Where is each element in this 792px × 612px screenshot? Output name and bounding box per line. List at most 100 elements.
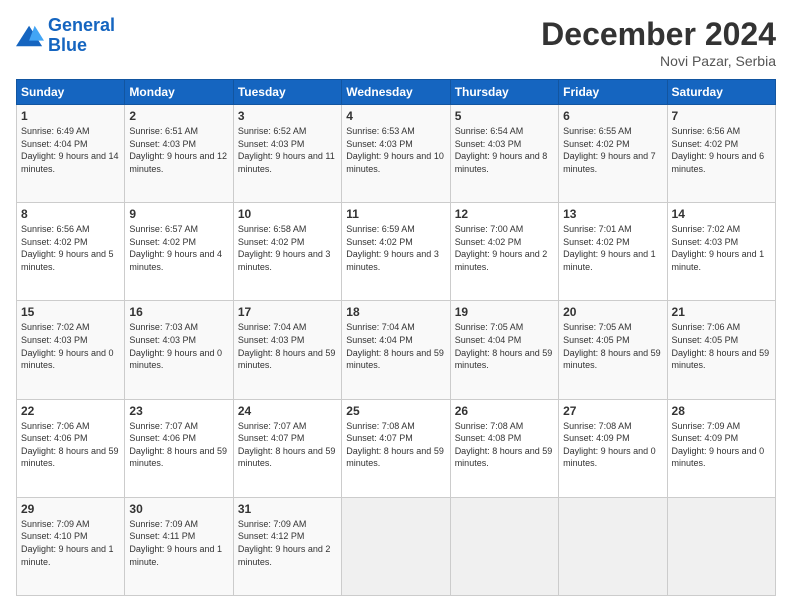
calendar-day-cell: 28 Sunrise: 7:09 AM Sunset: 4:09 PM Dayl…: [667, 399, 775, 497]
day-info: Sunrise: 7:05 AM Sunset: 4:05 PM Dayligh…: [563, 321, 662, 371]
day-number: 21: [672, 305, 771, 319]
day-info: Sunrise: 7:09 AM Sunset: 4:12 PM Dayligh…: [238, 518, 337, 568]
day-info: Sunrise: 7:09 AM Sunset: 4:10 PM Dayligh…: [21, 518, 120, 568]
day-info: Sunrise: 7:09 AM Sunset: 4:11 PM Dayligh…: [129, 518, 228, 568]
logo: General Blue: [16, 16, 115, 56]
day-info: Sunrise: 7:06 AM Sunset: 4:06 PM Dayligh…: [21, 420, 120, 470]
day-number: 5: [455, 109, 554, 123]
day-info: Sunrise: 7:05 AM Sunset: 4:04 PM Dayligh…: [455, 321, 554, 371]
day-number: 20: [563, 305, 662, 319]
day-info: Sunrise: 7:01 AM Sunset: 4:02 PM Dayligh…: [563, 223, 662, 273]
day-number: 1: [21, 109, 120, 123]
day-info: Sunrise: 7:04 AM Sunset: 4:04 PM Dayligh…: [346, 321, 445, 371]
calendar-day-cell: 14 Sunrise: 7:02 AM Sunset: 4:03 PM Dayl…: [667, 203, 775, 301]
calendar-day-cell: 20 Sunrise: 7:05 AM Sunset: 4:05 PM Dayl…: [559, 301, 667, 399]
day-number: 27: [563, 404, 662, 418]
calendar-day-cell: 25 Sunrise: 7:08 AM Sunset: 4:07 PM Dayl…: [342, 399, 450, 497]
calendar-day-cell: 11 Sunrise: 6:59 AM Sunset: 4:02 PM Dayl…: [342, 203, 450, 301]
day-number: 18: [346, 305, 445, 319]
header: General Blue December 2024 Novi Pazar, S…: [16, 16, 776, 69]
day-number: 14: [672, 207, 771, 221]
col-sunday: Sunday: [17, 80, 125, 105]
day-info: Sunrise: 6:57 AM Sunset: 4:02 PM Dayligh…: [129, 223, 228, 273]
day-number: 17: [238, 305, 337, 319]
day-number: 8: [21, 207, 120, 221]
col-wednesday: Wednesday: [342, 80, 450, 105]
calendar-day-cell: 29 Sunrise: 7:09 AM Sunset: 4:10 PM Dayl…: [17, 497, 125, 595]
calendar-day-cell: 5 Sunrise: 6:54 AM Sunset: 4:03 PM Dayli…: [450, 105, 558, 203]
day-number: 28: [672, 404, 771, 418]
calendar-day-cell: [450, 497, 558, 595]
day-info: Sunrise: 6:56 AM Sunset: 4:02 PM Dayligh…: [672, 125, 771, 175]
calendar-week-row: 15 Sunrise: 7:02 AM Sunset: 4:03 PM Dayl…: [17, 301, 776, 399]
col-friday: Friday: [559, 80, 667, 105]
day-info: Sunrise: 7:04 AM Sunset: 4:03 PM Dayligh…: [238, 321, 337, 371]
day-number: 10: [238, 207, 337, 221]
col-thursday: Thursday: [450, 80, 558, 105]
calendar-day-cell: 22 Sunrise: 7:06 AM Sunset: 4:06 PM Dayl…: [17, 399, 125, 497]
logo-icon: [16, 22, 44, 50]
calendar-day-cell: 10 Sunrise: 6:58 AM Sunset: 4:02 PM Dayl…: [233, 203, 341, 301]
calendar-day-cell: 21 Sunrise: 7:06 AM Sunset: 4:05 PM Dayl…: [667, 301, 775, 399]
day-number: 26: [455, 404, 554, 418]
day-info: Sunrise: 6:52 AM Sunset: 4:03 PM Dayligh…: [238, 125, 337, 175]
day-number: 25: [346, 404, 445, 418]
day-info: Sunrise: 6:55 AM Sunset: 4:02 PM Dayligh…: [563, 125, 662, 175]
month-title: December 2024: [541, 16, 776, 53]
calendar-header-row: Sunday Monday Tuesday Wednesday Thursday…: [17, 80, 776, 105]
day-number: 7: [672, 109, 771, 123]
day-info: Sunrise: 7:07 AM Sunset: 4:06 PM Dayligh…: [129, 420, 228, 470]
calendar-day-cell: 13 Sunrise: 7:01 AM Sunset: 4:02 PM Dayl…: [559, 203, 667, 301]
calendar-day-cell: 27 Sunrise: 7:08 AM Sunset: 4:09 PM Dayl…: [559, 399, 667, 497]
col-tuesday: Tuesday: [233, 80, 341, 105]
calendar-week-row: 1 Sunrise: 6:49 AM Sunset: 4:04 PM Dayli…: [17, 105, 776, 203]
day-number: 6: [563, 109, 662, 123]
logo-line2: Blue: [48, 35, 87, 55]
day-number: 23: [129, 404, 228, 418]
calendar-day-cell: 19 Sunrise: 7:05 AM Sunset: 4:04 PM Dayl…: [450, 301, 558, 399]
calendar-day-cell: 24 Sunrise: 7:07 AM Sunset: 4:07 PM Dayl…: [233, 399, 341, 497]
day-number: 31: [238, 502, 337, 516]
calendar-day-cell: 15 Sunrise: 7:02 AM Sunset: 4:03 PM Dayl…: [17, 301, 125, 399]
day-number: 12: [455, 207, 554, 221]
calendar-day-cell: 18 Sunrise: 7:04 AM Sunset: 4:04 PM Dayl…: [342, 301, 450, 399]
calendar-day-cell: 30 Sunrise: 7:09 AM Sunset: 4:11 PM Dayl…: [125, 497, 233, 595]
col-saturday: Saturday: [667, 80, 775, 105]
day-number: 2: [129, 109, 228, 123]
day-number: 11: [346, 207, 445, 221]
logo-text: General Blue: [48, 16, 115, 56]
calendar-day-cell: [342, 497, 450, 595]
day-info: Sunrise: 6:56 AM Sunset: 4:02 PM Dayligh…: [21, 223, 120, 273]
location: Novi Pazar, Serbia: [541, 53, 776, 69]
page: General Blue December 2024 Novi Pazar, S…: [0, 0, 792, 612]
day-info: Sunrise: 7:07 AM Sunset: 4:07 PM Dayligh…: [238, 420, 337, 470]
calendar-day-cell: 1 Sunrise: 6:49 AM Sunset: 4:04 PM Dayli…: [17, 105, 125, 203]
day-number: 30: [129, 502, 228, 516]
calendar-day-cell: [667, 497, 775, 595]
calendar-day-cell: 7 Sunrise: 6:56 AM Sunset: 4:02 PM Dayli…: [667, 105, 775, 203]
day-number: 16: [129, 305, 228, 319]
day-info: Sunrise: 7:02 AM Sunset: 4:03 PM Dayligh…: [21, 321, 120, 371]
calendar-day-cell: 16 Sunrise: 7:03 AM Sunset: 4:03 PM Dayl…: [125, 301, 233, 399]
day-info: Sunrise: 7:06 AM Sunset: 4:05 PM Dayligh…: [672, 321, 771, 371]
day-info: Sunrise: 7:08 AM Sunset: 4:09 PM Dayligh…: [563, 420, 662, 470]
calendar-day-cell: 23 Sunrise: 7:07 AM Sunset: 4:06 PM Dayl…: [125, 399, 233, 497]
calendar-week-row: 22 Sunrise: 7:06 AM Sunset: 4:06 PM Dayl…: [17, 399, 776, 497]
calendar-day-cell: 3 Sunrise: 6:52 AM Sunset: 4:03 PM Dayli…: [233, 105, 341, 203]
day-number: 29: [21, 502, 120, 516]
day-info: Sunrise: 7:09 AM Sunset: 4:09 PM Dayligh…: [672, 420, 771, 470]
day-number: 24: [238, 404, 337, 418]
calendar-day-cell: 8 Sunrise: 6:56 AM Sunset: 4:02 PM Dayli…: [17, 203, 125, 301]
calendar-day-cell: 26 Sunrise: 7:08 AM Sunset: 4:08 PM Dayl…: [450, 399, 558, 497]
day-info: Sunrise: 7:08 AM Sunset: 4:08 PM Dayligh…: [455, 420, 554, 470]
day-info: Sunrise: 6:49 AM Sunset: 4:04 PM Dayligh…: [21, 125, 120, 175]
logo-line1: General: [48, 15, 115, 35]
calendar-day-cell: 12 Sunrise: 7:00 AM Sunset: 4:02 PM Dayl…: [450, 203, 558, 301]
day-info: Sunrise: 7:08 AM Sunset: 4:07 PM Dayligh…: [346, 420, 445, 470]
day-info: Sunrise: 7:03 AM Sunset: 4:03 PM Dayligh…: [129, 321, 228, 371]
calendar-week-row: 8 Sunrise: 6:56 AM Sunset: 4:02 PM Dayli…: [17, 203, 776, 301]
day-number: 13: [563, 207, 662, 221]
col-monday: Monday: [125, 80, 233, 105]
calendar-week-row: 29 Sunrise: 7:09 AM Sunset: 4:10 PM Dayl…: [17, 497, 776, 595]
calendar-day-cell: 6 Sunrise: 6:55 AM Sunset: 4:02 PM Dayli…: [559, 105, 667, 203]
